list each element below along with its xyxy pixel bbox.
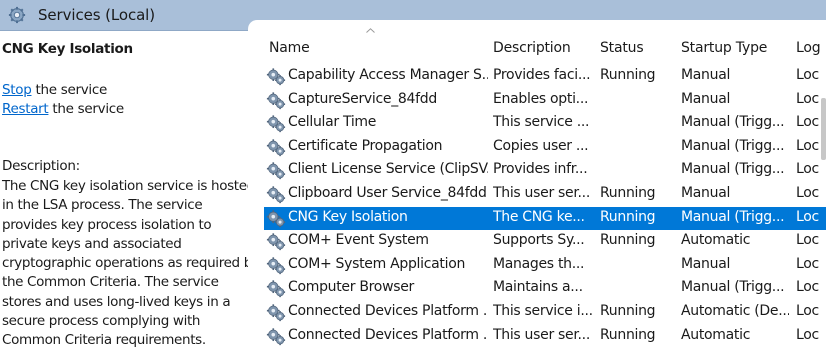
cell-logon: Loc — [796, 303, 819, 319]
cell-description: This service i... — [493, 303, 593, 319]
vertical-scrollbar-thumb[interactable] — [821, 98, 826, 160]
cell-description: The CNG ke... — [493, 208, 585, 225]
table-row[interactable]: COM+ System Application Manages th... Manu… — [264, 254, 826, 277]
cell-name: Cellular Time — [288, 114, 377, 131]
restart-suffix: the service — [48, 101, 124, 117]
cell-logon: Loc — [796, 326, 819, 343]
gear-icon — [266, 186, 286, 204]
cell-logon: Loc — [796, 161, 819, 178]
cell-logon: Loc — [796, 232, 819, 249]
table-row[interactable]: COM+ Event System Supports Sy... Running Au… — [264, 230, 826, 253]
column-header-logon[interactable]: Log — [796, 40, 821, 62]
gear-icon — [266, 304, 286, 322]
cell-description: Provides faci... — [493, 67, 591, 83]
cell-name: Certificate Propagation — [288, 137, 443, 154]
cell-logon: Loc — [796, 208, 819, 225]
gear-icon — [266, 327, 286, 345]
cell-status: Running — [600, 326, 656, 343]
cell-name: COM+ Event System — [288, 232, 429, 249]
cell-status: Running — [600, 232, 656, 249]
table-row[interactable]: Computer Browser Maintains a... Manual (Tr… — [264, 277, 826, 300]
cell-status: Running — [600, 208, 656, 225]
gear-icon — [266, 139, 286, 156]
cell-startup: Manual (Trigg... — [681, 279, 785, 296]
stop-action: Stop the service — [2, 82, 107, 98]
gear-icon — [266, 91, 286, 109]
restart-link[interactable]: Restart — [2, 101, 49, 117]
gear-icon — [266, 233, 286, 251]
cell-description: Enables opti... — [493, 90, 589, 107]
gear-icon — [266, 280, 286, 298]
gear-icon — [266, 209, 286, 227]
gear-icon — [266, 162, 286, 180]
description-text: The CNG key isolation service is hosted … — [2, 178, 260, 349]
cell-name: Clipboard User Service_84fdd — [288, 185, 487, 201]
stop-link[interactable]: Stop — [2, 82, 32, 98]
stop-suffix: the service — [31, 82, 107, 98]
column-header-status[interactable]: Status — [600, 40, 644, 62]
cell-startup: Manual (Trigg... — [681, 208, 785, 225]
cell-logon: Loc — [796, 67, 819, 83]
cell-name: CaptureService_84fdd — [288, 90, 437, 107]
cell-description: Maintains a... — [493, 279, 583, 296]
service-detail-pane: CNG Key Isolation Stop the service Resta… — [0, 31, 260, 348]
cell-logon: Loc — [796, 255, 819, 272]
cell-description: This user ser... — [493, 326, 590, 343]
gear-icon — [8, 6, 26, 24]
cell-startup: Automatic — [681, 232, 751, 249]
sort-ascending-icon — [366, 28, 375, 33]
cell-logon: Loc — [796, 185, 819, 201]
cell-description: This user ser... — [493, 185, 590, 201]
cell-description: Provides infr... — [493, 161, 588, 178]
column-header-name[interactable]: Name — [269, 40, 310, 62]
cell-name: CNG Key Isolation — [288, 208, 408, 225]
gear-icon — [266, 115, 286, 133]
column-header-description[interactable]: Description — [493, 40, 571, 62]
cell-startup: Automatic — [681, 326, 751, 343]
cell-logon: Loc — [796, 279, 819, 296]
description-label: Description: — [2, 158, 80, 174]
cell-startup: Manual (Trigg... — [681, 161, 785, 178]
column-header-startup-type[interactable]: Startup Type — [681, 40, 767, 62]
cell-startup: Automatic (De... — [681, 303, 789, 319]
table-row[interactable]: Capability Access Manager S... Provides f… — [264, 65, 826, 88]
cell-status: Running — [600, 67, 656, 83]
cell-name: Capability Access Manager S... — [288, 67, 488, 83]
selected-service-name: CNG Key Isolation — [2, 41, 133, 57]
cell-startup: Manual (Trigg... — [681, 114, 785, 131]
table-row[interactable]: CaptureService_84fdd Enables opti... Manua… — [264, 89, 826, 112]
cell-startup: Manual — [681, 255, 731, 272]
table-row[interactable]: Connected Devices Platform ... This servi… — [264, 301, 826, 324]
table-row[interactable]: Client License Service (ClipSV... Provide… — [264, 159, 826, 182]
cell-name: Client License Service (ClipSV... — [288, 161, 488, 178]
cell-status: Running — [600, 303, 656, 319]
restart-action: Restart the service — [2, 101, 124, 117]
cell-description: Manages th... — [493, 255, 585, 272]
cell-name: Connected Devices Platform ... — [288, 303, 488, 319]
cell-name: Computer Browser — [288, 279, 414, 296]
table-row[interactable]: CNG Key Isolation The CNG ke... Running Man… — [264, 206, 826, 230]
cell-startup: Manual — [681, 90, 731, 107]
gear-icon — [266, 68, 286, 86]
cell-description: Supports Sy... — [493, 232, 585, 249]
cell-description: This service ... — [493, 114, 590, 131]
cell-name: Connected Devices Platform ... — [288, 326, 488, 343]
services-list-pane: Name Description Status Startup Type Log… — [248, 20, 826, 348]
page-title: Services (Local) — [38, 6, 156, 24]
table-row[interactable]: Certificate Propagation Copies user ... Ma… — [264, 136, 826, 159]
cell-startup: Manual — [681, 185, 731, 201]
table-row[interactable]: Connected Devices Platform ... This user … — [264, 325, 826, 348]
cell-startup: Manual — [681, 67, 731, 83]
cell-name: COM+ System Application — [288, 255, 466, 272]
cell-status: Running — [600, 185, 656, 201]
table-row[interactable]: Clipboard User Service_84fdd This user se… — [264, 183, 826, 206]
gear-icon — [266, 257, 286, 274]
cell-description: Copies user ... — [493, 137, 589, 154]
table-row[interactable]: Cellular Time This service ... Manual (Tri… — [264, 112, 826, 135]
cell-startup: Manual (Trigg... — [681, 137, 785, 154]
